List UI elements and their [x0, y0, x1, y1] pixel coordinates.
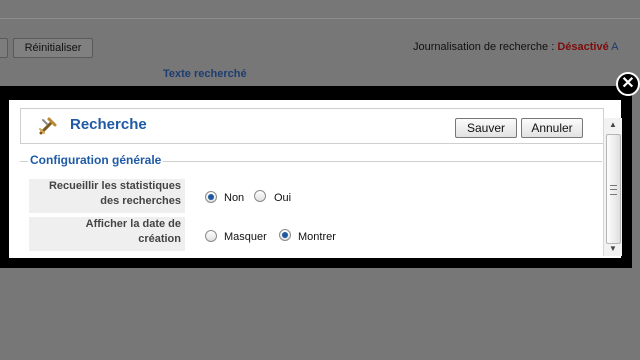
option-label-masquer: Masquer: [224, 231, 267, 243]
radio-stats-oui[interactable]: [254, 190, 266, 202]
save-button[interactable]: Sauver: [455, 118, 517, 138]
setting-label-date: Afficher la date de création: [29, 217, 185, 251]
setting-row-stats: Recueillir les statistiques des recherch…: [29, 176, 589, 213]
status-value: Désactivé: [557, 41, 609, 53]
modal-toolbar: Recherche Sauver Annuler: [20, 108, 604, 144]
setting-row-date: Afficher la date de création Masquer Mon…: [29, 215, 589, 253]
option-label-non: Non: [224, 192, 245, 204]
scroll-thumb[interactable]: [606, 134, 621, 244]
search-tool-icon: [37, 115, 59, 137]
setting-label-line: création: [138, 233, 181, 245]
radio-date-montrer[interactable]: [279, 229, 291, 241]
setting-label-line: Recueillir les statistiques: [48, 180, 181, 192]
modal-title: Recherche: [70, 116, 147, 133]
reset-button[interactable]: Réinitialiser: [13, 38, 93, 58]
scroll-up-icon[interactable]: ▲: [604, 118, 622, 132]
scroll-down-icon[interactable]: ▼: [604, 242, 622, 256]
close-icon[interactable]: ✕: [616, 72, 640, 96]
scroll-grip-icon: [610, 185, 617, 195]
radio-date-masquer[interactable]: [205, 230, 217, 242]
background-divider: [0, 18, 640, 19]
radio-stats-non[interactable]: [205, 191, 217, 203]
setting-label-line: Afficher la date de: [85, 218, 181, 230]
modal-scrollbar[interactable]: ▲ ▼: [603, 118, 622, 256]
search-logging-status: Journalisation de recherche : Désactivé …: [413, 41, 618, 53]
setting-label-line: des recherches: [100, 195, 181, 207]
option-label-montrer: Montrer: [298, 231, 336, 243]
option-label-oui: Oui: [274, 192, 292, 204]
cancel-button[interactable]: Annuler: [521, 118, 583, 138]
column-heading[interactable]: Texte recherché: [163, 68, 247, 80]
status-extra[interactable]: A: [611, 41, 618, 53]
setting-label-stats: Recueillir les statistiques des recherch…: [29, 179, 185, 213]
status-prefix: Journalisation de recherche :: [413, 41, 558, 53]
modal-content: Recherche Sauver Annuler Configuration g…: [9, 100, 621, 258]
background-button-partial[interactable]: [0, 38, 8, 58]
section-title: Configuration générale: [28, 153, 164, 167]
